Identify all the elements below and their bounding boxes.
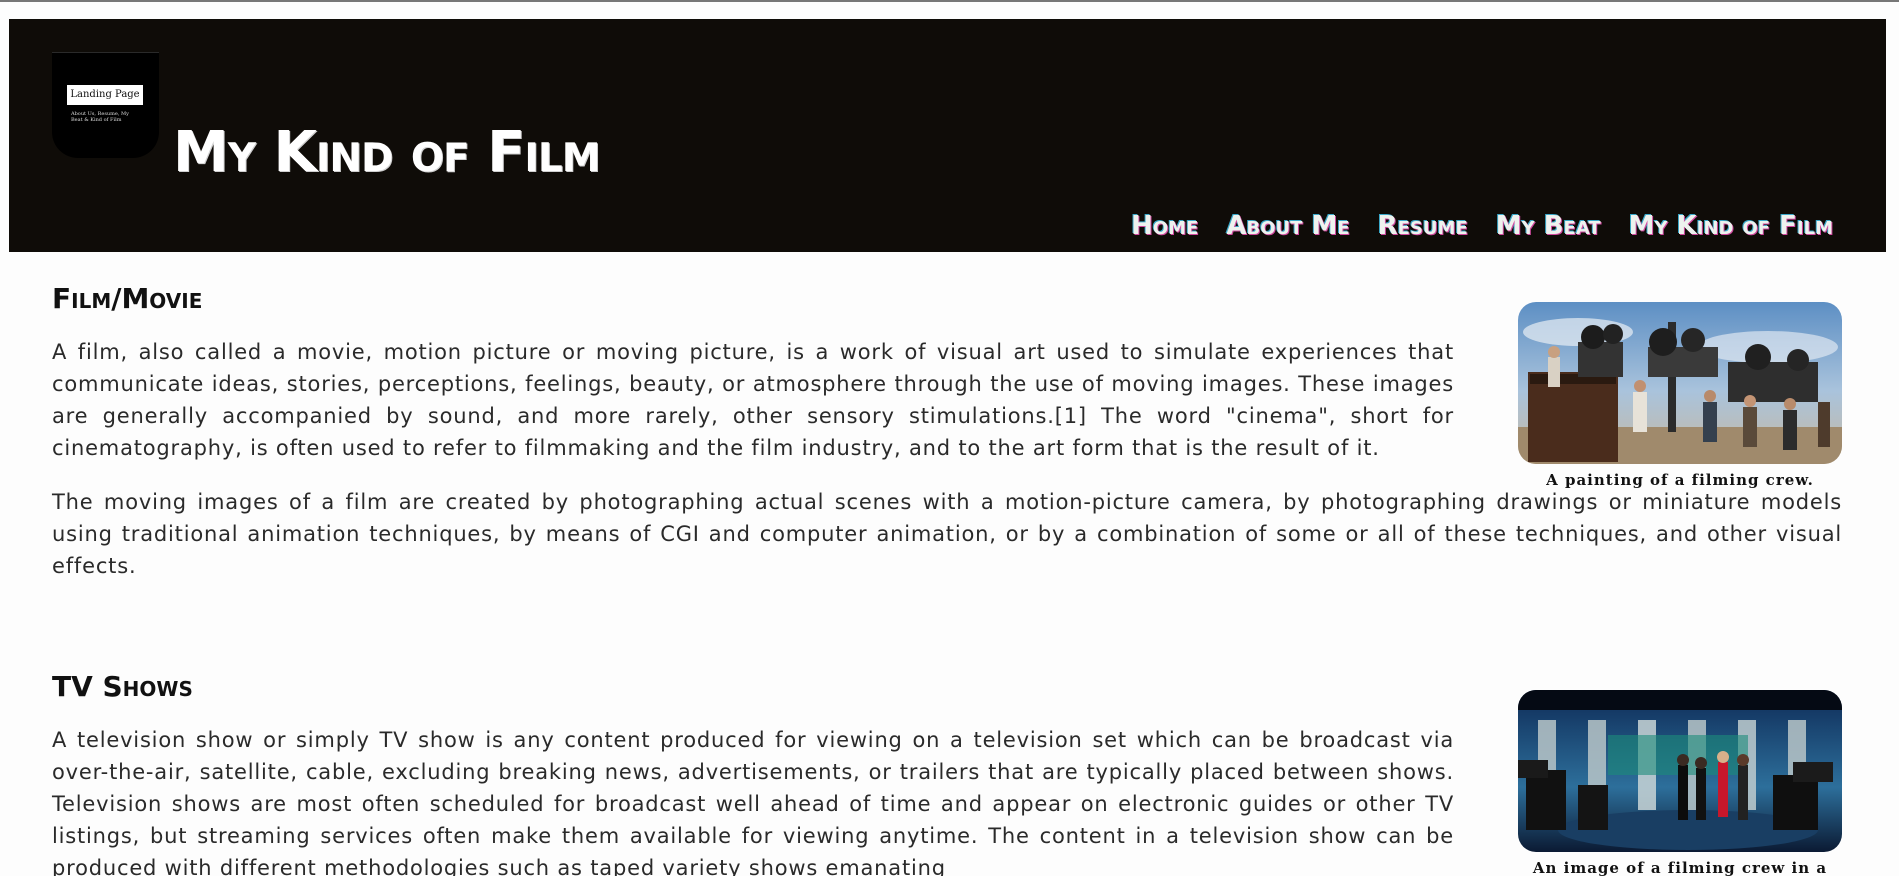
nav-about-me[interactable]: About Me [1226,203,1349,249]
logo-subtitle: About Us, Resume, My Beat & Kind of Film [71,111,129,123]
paragraph: The moving images of a film are created … [52,490,1842,578]
site-header: Landing Page About Us, Resume, My Beat &… [9,19,1886,252]
figure-filming-crew: A painting of a filming crew. [1518,302,1842,491]
paragraph: A film, also called a movie, motion pict… [52,340,1454,460]
top-border [0,0,1899,2]
logo-label: Landing Page [67,85,143,105]
figure-caption: An image of a filming crew in a set [1532,859,1828,876]
section-tv-shows: TV Shows An image of a filming crew in a… [52,670,1842,876]
filming-crew-painting-image [1518,302,1842,464]
logo[interactable]: Landing Page About Us, Resume, My Beat &… [52,52,159,158]
page: Landing Page About Us, Resume, My Beat &… [0,0,1899,876]
figure-tv-set: An image of a filming crew in a set [1518,690,1842,876]
nav-home[interactable]: Home [1131,203,1198,249]
paragraph: A television show or simply TV show is a… [52,728,1454,876]
tv-set-filming-crew-image [1518,690,1842,852]
site-title: My Kind of Film [173,120,601,185]
nav-my-kind-of-film[interactable]: My Kind of Film [1629,203,1833,249]
nav-resume[interactable]: Resume [1378,203,1468,249]
section-film-movie: Film/Movie A painting of a filming crew.… [52,282,1842,582]
main-nav: Home About Me Resume My Beat My Kind of … [1131,203,1833,249]
nav-my-beat[interactable]: My Beat [1496,203,1601,249]
figure-caption: A painting of a filming crew. [1546,471,1814,489]
